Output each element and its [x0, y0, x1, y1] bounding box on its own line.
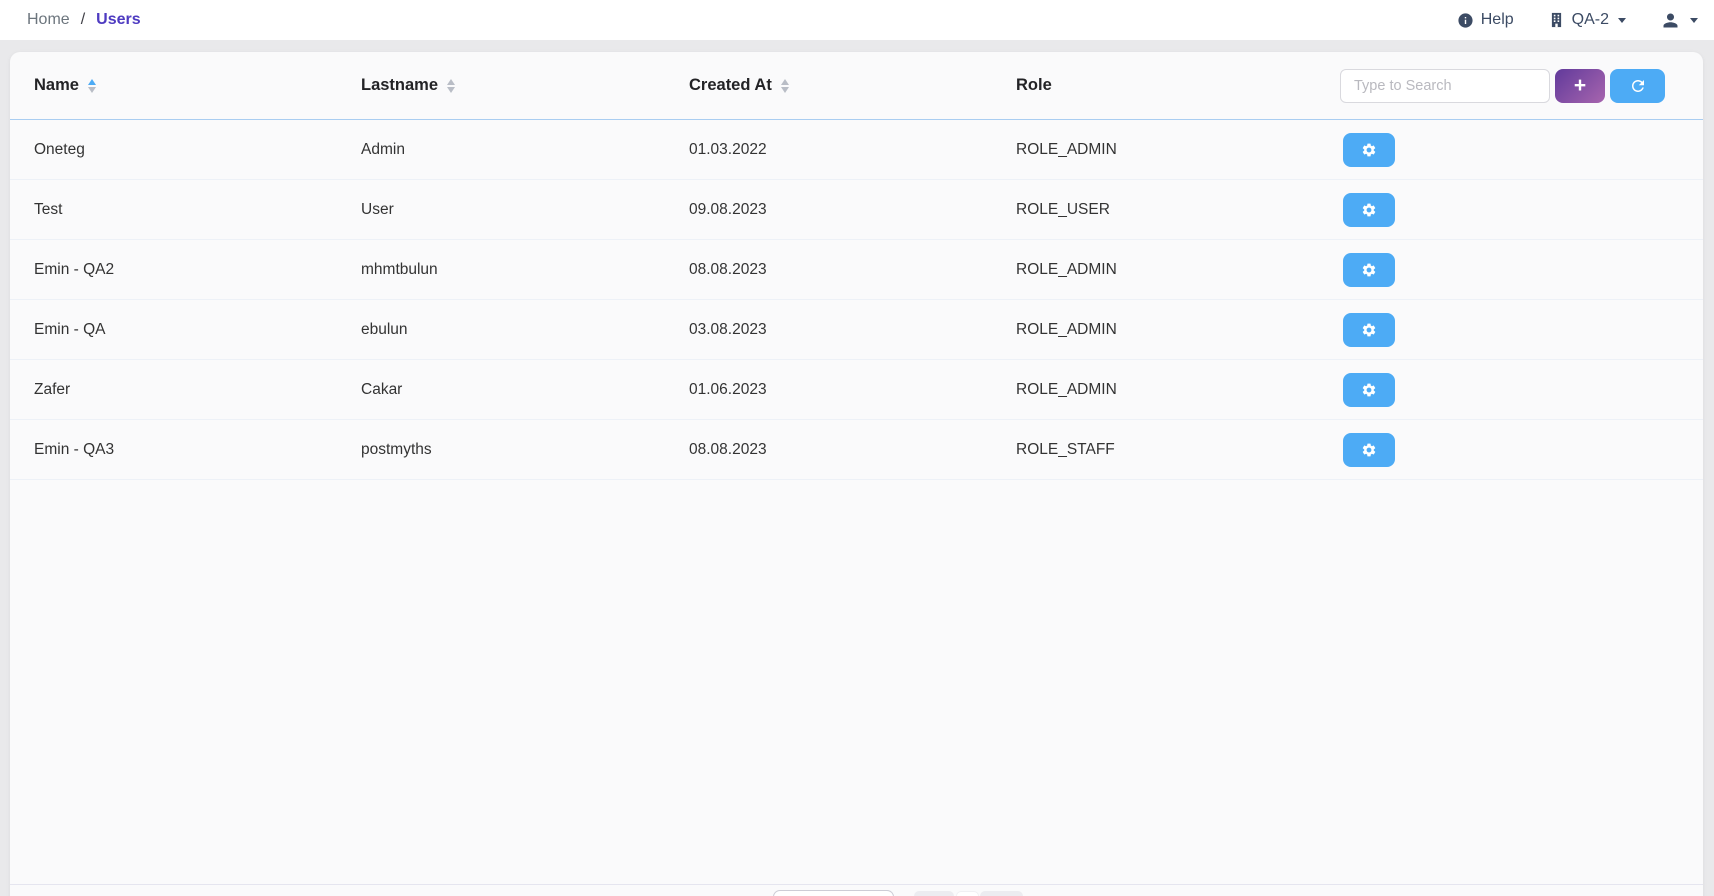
chevron-down-icon — [1618, 18, 1626, 23]
plus-icon: + — [1574, 75, 1586, 96]
chevron-down-icon — [1690, 18, 1698, 23]
gear-icon — [1361, 142, 1377, 158]
cell-created-at: 08.08.2023 — [665, 441, 992, 459]
column-header-name[interactable]: Name — [10, 76, 337, 95]
help-menu[interactable]: Help — [1457, 11, 1514, 29]
gear-icon — [1361, 442, 1377, 458]
cell-lastname: postmyths — [337, 441, 665, 459]
table-row: Oneteg Admin 01.03.2022 ROLE_ADMIN — [10, 120, 1703, 180]
help-label: Help — [1481, 11, 1514, 29]
table-row: Zafer Cakar 01.06.2023 ROLE_ADMIN — [10, 360, 1703, 420]
row-settings-button[interactable] — [1343, 253, 1395, 287]
table-body: Oneteg Admin 01.03.2022 ROLE_ADMIN Test … — [10, 120, 1703, 480]
cell-role: ROLE_ADMIN — [992, 141, 1319, 159]
table-row: Emin - QA3 postmyths 08.08.2023 ROLE_STA… — [10, 420, 1703, 480]
topbar: Home / Users Help QA-2 — [0, 0, 1714, 40]
column-header-created-at[interactable]: Created At — [665, 76, 992, 95]
refresh-icon — [1629, 77, 1647, 95]
table-row: Emin - QA ebulun 03.08.2023 ROLE_ADMIN — [10, 300, 1703, 360]
breadcrumb: Home / Users — [27, 11, 141, 29]
cell-lastname: ebulun — [337, 321, 665, 339]
cell-name: Emin - QA2 — [10, 261, 337, 279]
column-label: Role — [1016, 76, 1052, 95]
page-size-select[interactable] — [773, 890, 894, 896]
cell-lastname: mhmtbulun — [337, 261, 665, 279]
table-footer — [10, 884, 1703, 896]
cell-lastname: Admin — [337, 141, 665, 159]
breadcrumb-home-link[interactable]: Home — [27, 11, 70, 29]
info-circle-icon — [1457, 12, 1474, 29]
cell-created-at: 09.08.2023 — [665, 201, 992, 219]
column-header-lastname[interactable]: Lastname — [337, 76, 665, 95]
cell-role: ROLE_STAFF — [992, 441, 1319, 459]
table-header-row: Name Lastname Created At Role + — [10, 52, 1703, 120]
cell-lastname: User — [337, 201, 665, 219]
row-settings-button[interactable] — [1343, 193, 1395, 227]
cell-name: Emin - QA — [10, 321, 337, 339]
cell-role: ROLE_ADMIN — [992, 381, 1319, 399]
cell-created-at: 08.08.2023 — [665, 261, 992, 279]
cell-created-at: 01.03.2022 — [665, 141, 992, 159]
column-label: Created At — [689, 76, 772, 95]
topbar-right: Help QA-2 — [1457, 10, 1698, 31]
cell-lastname: Cakar — [337, 381, 665, 399]
cell-name: Zafer — [10, 381, 337, 399]
column-label: Lastname — [361, 76, 438, 95]
row-settings-button[interactable] — [1343, 373, 1395, 407]
person-icon — [1660, 10, 1681, 31]
gear-icon — [1361, 202, 1377, 218]
sort-arrows-icon — [88, 79, 96, 93]
pagination-prev-button[interactable] — [914, 891, 954, 896]
breadcrumb-separator: / — [81, 11, 85, 29]
workspace-menu[interactable]: QA-2 — [1548, 11, 1626, 29]
users-table-card: Name Lastname Created At Role + — [10, 52, 1703, 896]
search-input[interactable] — [1340, 69, 1550, 103]
cell-name: Test — [10, 201, 337, 219]
cell-created-at: 01.06.2023 — [665, 381, 992, 399]
table-toolbar: + — [1340, 69, 1665, 103]
cell-role: ROLE_USER — [992, 201, 1319, 219]
pagination-page-button[interactable] — [956, 891, 979, 896]
row-settings-button[interactable] — [1343, 133, 1395, 167]
cell-name: Oneteg — [10, 141, 337, 159]
row-settings-button[interactable] — [1343, 313, 1395, 347]
cell-role: ROLE_ADMIN — [992, 261, 1319, 279]
table-row: Emin - QA2 mhmtbulun 08.08.2023 ROLE_ADM… — [10, 240, 1703, 300]
gear-icon — [1361, 382, 1377, 398]
table-row: Test User 09.08.2023 ROLE_USER — [10, 180, 1703, 240]
sort-arrows-icon — [781, 79, 789, 93]
column-header-role: Role — [992, 76, 1319, 95]
user-account-menu[interactable] — [1660, 10, 1698, 31]
column-label: Name — [34, 76, 79, 95]
add-user-button[interactable]: + — [1555, 69, 1605, 103]
workspace-label: QA-2 — [1572, 11, 1609, 29]
cell-name: Emin - QA3 — [10, 441, 337, 459]
row-settings-button[interactable] — [1343, 433, 1395, 467]
building-icon — [1548, 11, 1565, 29]
pagination-next-button[interactable] — [980, 891, 1023, 896]
refresh-button[interactable] — [1610, 69, 1665, 103]
sort-arrows-icon — [447, 79, 455, 93]
gear-icon — [1361, 322, 1377, 338]
breadcrumb-current-users[interactable]: Users — [96, 11, 140, 29]
gear-icon — [1361, 262, 1377, 278]
cell-role: ROLE_ADMIN — [992, 321, 1319, 339]
cell-created-at: 03.08.2023 — [665, 321, 992, 339]
